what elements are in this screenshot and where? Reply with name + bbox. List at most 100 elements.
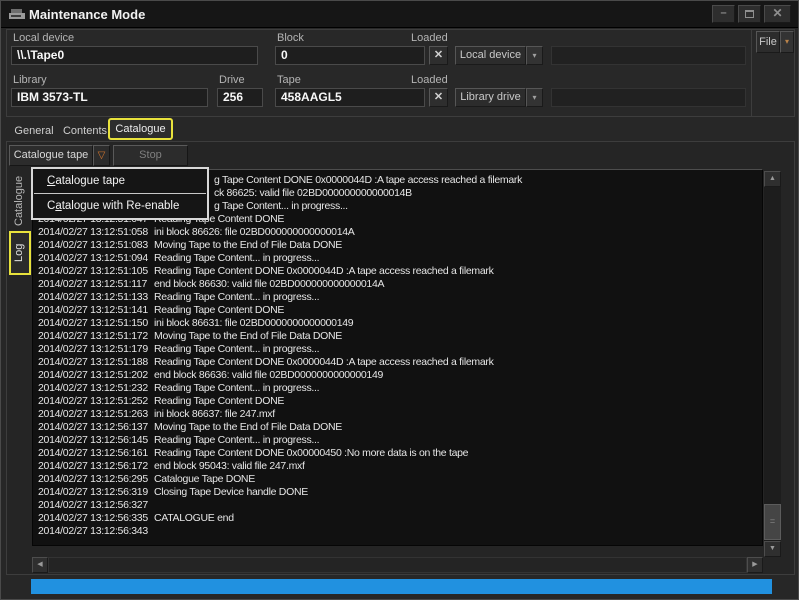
log-timestamp: 2014/02/27 13:12:51:188 bbox=[38, 356, 150, 369]
tab-general[interactable]: General bbox=[11, 121, 57, 141]
log-timestamp: 2014/02/27 13:12:51:232 bbox=[38, 382, 150, 395]
drive-label: Drive bbox=[219, 74, 245, 86]
log-timestamp: 2014/02/27 13:12:51:083 bbox=[38, 239, 150, 252]
log-row: 2014/02/27 13:12:51:058 ini block 86626: … bbox=[38, 226, 762, 239]
log-message: Reading Tape Content... in progress... bbox=[154, 343, 319, 356]
log-message: end block 86636: valid file 02BD00000000… bbox=[154, 369, 383, 382]
log-row: 2014/02/27 13:12:56:335CATALOGUE end bbox=[38, 512, 762, 525]
log-row: 2014/02/27 13:12:56:161Reading Tape Cont… bbox=[38, 447, 762, 460]
device-select[interactable]: Local device bbox=[455, 46, 526, 65]
log-message: Reading Tape Content... in progress... bbox=[154, 434, 319, 447]
log-message: Closing Tape Device handle DONE bbox=[154, 486, 308, 499]
log-timestamp: 2014/02/27 13:12:51:179 bbox=[38, 343, 150, 356]
log-row: 2014/02/27 13:12:51:083 Moving Tape to th… bbox=[38, 239, 762, 252]
log-timestamp: 2014/02/27 13:12:56:172 bbox=[38, 460, 150, 473]
log-row: 2014/02/27 13:12:51:117end block 86630: … bbox=[38, 278, 762, 291]
log-message: Reading Tape Content DONE 0x0000044D :A … bbox=[154, 265, 494, 278]
log-row: 2014/02/27 13:12:56:172 end block 95043: … bbox=[38, 460, 762, 473]
log-timestamp: 2014/02/27 13:12:51:058 bbox=[38, 226, 150, 239]
maximize-icon bbox=[745, 10, 754, 18]
log-message: ini block 86626: file 02BD00000000000001… bbox=[154, 226, 355, 239]
local-device-label: Local device bbox=[13, 32, 74, 44]
log-timestamp: 2014/02/27 13:12:51:263 bbox=[38, 408, 150, 421]
log-message: Moving Tape to the End of File Data DONE bbox=[154, 239, 342, 252]
device-select-arrow[interactable]: ▾ bbox=[526, 46, 543, 65]
log-timestamp: 2014/02/27 13:12:51:252 bbox=[38, 395, 150, 408]
header-divider bbox=[751, 29, 752, 117]
log-row: 2014/02/27 13:12:56:319Closing Tape Devi… bbox=[38, 486, 762, 499]
log-row: 2014/02/27 13:12:56:327 bbox=[38, 499, 762, 512]
log-row: 2014/02/27 13:12:56:137Moving Tape to th… bbox=[38, 421, 762, 434]
log-message: CATALOGUE end bbox=[154, 512, 234, 525]
log-row: 2014/02/27 13:12:51:179 Reading Tape Cont… bbox=[38, 343, 762, 356]
log-timestamp: 2014/02/27 13:12:51:105 bbox=[38, 265, 150, 278]
log-row: 2014/02/27 13:12:51:141Reading Tape Cont… bbox=[38, 304, 762, 317]
scroll-left-button[interactable]: ◀ bbox=[32, 557, 48, 573]
log-timestamp: 2014/02/27 13:12:51:141 bbox=[38, 304, 150, 317]
log-timestamp: 2014/02/27 13:12:51:172 bbox=[38, 330, 150, 343]
log-row: 2014/02/27 13:12:51:263 ini block 86637: … bbox=[38, 408, 762, 421]
log-message: ck 86625: valid file 02BD000000000000014… bbox=[214, 187, 412, 200]
local-device-field[interactable]: \\.\Tape0 bbox=[11, 46, 258, 65]
chevron-down-icon: ▾ bbox=[785, 37, 789, 46]
scroll-right-button[interactable]: ▶ bbox=[747, 557, 763, 573]
file-menu-arrow[interactable]: ▾ bbox=[780, 31, 794, 53]
catalogue-tape-button[interactable]: Catalogue tape bbox=[9, 145, 93, 166]
block-field[interactable]: 0 bbox=[275, 46, 425, 65]
file-menu-button[interactable]: File bbox=[756, 31, 780, 53]
side-tab-catalogue[interactable]: Catalogue bbox=[9, 169, 31, 233]
horizontal-scrollbar-track[interactable] bbox=[48, 557, 747, 573]
close-button[interactable]: ✕ bbox=[764, 5, 791, 23]
log-timestamp: 2014/02/27 13:12:56:295 bbox=[38, 473, 150, 486]
scroll-down-button[interactable]: ▼ bbox=[764, 541, 781, 557]
tape-device-icon bbox=[8, 8, 26, 26]
block-label: Block bbox=[277, 32, 304, 44]
unload-library-button[interactable]: ✕ bbox=[429, 88, 448, 107]
log-message: Reading Tape Content... in progress... bbox=[154, 252, 319, 265]
library-extra-field bbox=[551, 88, 746, 107]
catalogue-tape-dropdown-button[interactable]: ▽ bbox=[93, 145, 110, 166]
library-field[interactable]: IBM 3573-TL bbox=[11, 88, 208, 107]
log-message: ini block 86637: file 247.mxf bbox=[154, 408, 275, 421]
loaded-label-library: Loaded bbox=[411, 74, 448, 86]
log-message: g Tape Content... in progress... bbox=[214, 200, 348, 213]
tape-field[interactable]: 458AAGL5 bbox=[275, 88, 425, 107]
side-tab-log[interactable]: Log bbox=[9, 231, 31, 275]
menu-item-catalogue-with-reenable[interactable]: Catalogue with Re-enable bbox=[33, 194, 207, 218]
vertical-scrollbar-track[interactable] bbox=[764, 187, 781, 541]
menu-item-catalogue-tape[interactable]: Catalogue tape bbox=[33, 169, 207, 193]
title-bar: Maintenance Mode – ✕ bbox=[1, 1, 799, 28]
grip-icon: = bbox=[770, 516, 775, 526]
log-row: 2014/02/27 13:12:56:343 bbox=[38, 525, 762, 538]
vertical-scrollbar-thumb[interactable]: = bbox=[764, 504, 781, 540]
log-message: Reading Tape Content... in progress... bbox=[154, 382, 319, 395]
dropdown-triangle-icon: ▽ bbox=[98, 150, 106, 161]
scroll-left-icon: ◀ bbox=[37, 561, 42, 568]
log-message: Moving Tape to the End of File Data DONE bbox=[154, 330, 342, 343]
log-message: Reading Tape Content... in progress... bbox=[154, 291, 319, 304]
minimize-button[interactable]: – bbox=[712, 5, 735, 23]
log-row: 2014/02/27 13:12:51:105 Reading Tape Cont… bbox=[38, 265, 762, 278]
tab-catalogue[interactable]: Catalogue bbox=[108, 118, 173, 140]
drive-field[interactable]: 256 bbox=[217, 88, 263, 107]
log-message: Reading Tape Content DONE bbox=[154, 395, 284, 408]
progress-bar bbox=[31, 579, 772, 594]
stop-button[interactable]: Stop bbox=[113, 145, 188, 166]
log-message: Moving Tape to the End of File Data DONE bbox=[154, 421, 342, 434]
tab-contents[interactable]: Contents bbox=[59, 121, 111, 141]
log-row: 2014/02/27 13:12:51:133Reading Tape Cont… bbox=[38, 291, 762, 304]
close-icon: ✕ bbox=[772, 6, 782, 20]
loaded-label-device: Loaded bbox=[411, 32, 448, 44]
log-message: Reading Tape Content DONE 0x00000450 :No… bbox=[154, 447, 468, 460]
library-drive-select-arrow[interactable]: ▾ bbox=[526, 88, 543, 107]
log-message: Reading Tape Content DONE 0x0000044D :A … bbox=[154, 356, 494, 369]
log-timestamp: 2014/02/27 13:12:51:094 bbox=[38, 252, 150, 265]
library-drive-select[interactable]: Library drive bbox=[455, 88, 526, 107]
maintenance-mode-window: Maintenance Mode – ✕ Local device \\.\Ta… bbox=[0, 0, 799, 600]
scroll-up-button[interactable]: ▲ bbox=[764, 171, 781, 187]
scroll-down-icon: ▼ bbox=[769, 545, 776, 552]
log-row: 2014/02/27 13:12:51:094 Reading Tape Cont… bbox=[38, 252, 762, 265]
log-message: end block 95043: valid file 247.mxf bbox=[154, 460, 305, 473]
maximize-button[interactable] bbox=[738, 5, 761, 23]
unload-device-button[interactable]: ✕ bbox=[429, 46, 448, 65]
